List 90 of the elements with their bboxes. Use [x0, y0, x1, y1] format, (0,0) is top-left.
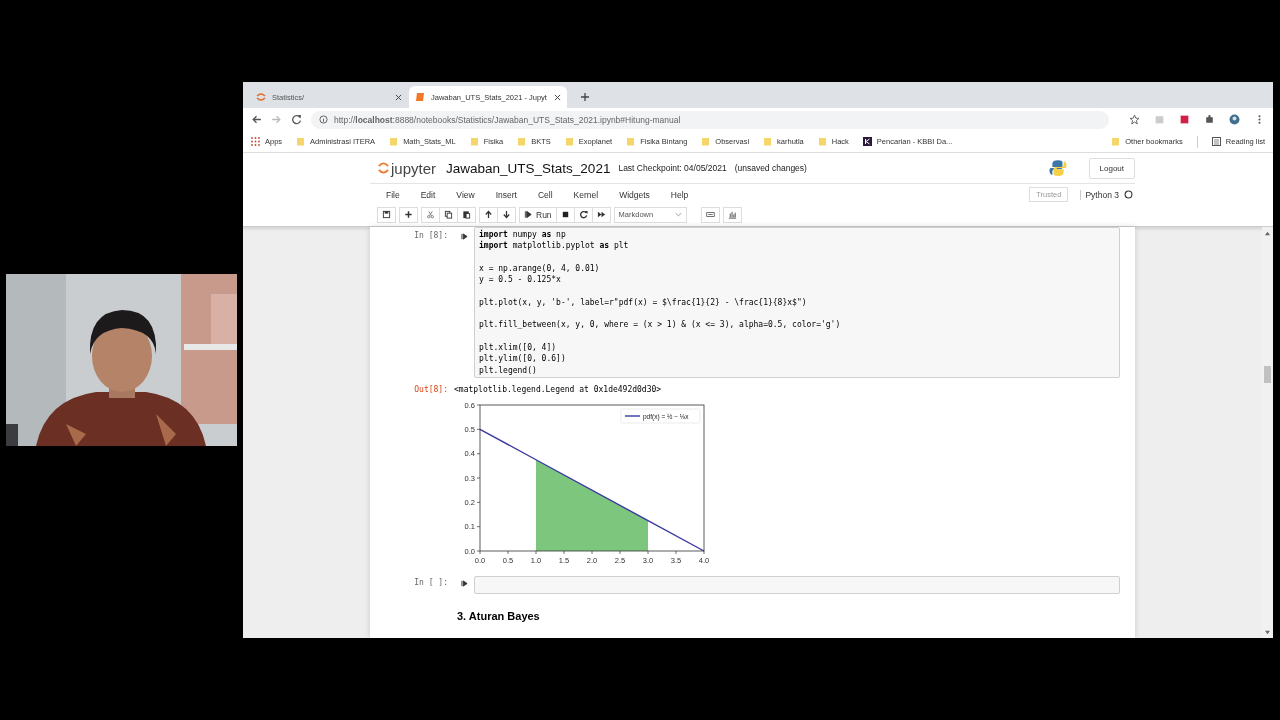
output-text: <matplotlib.legend.Legend at 0x1de492d0d30>: [454, 383, 663, 394]
back-icon[interactable]: [251, 114, 262, 125]
avatar-icon[interactable]: [1229, 114, 1240, 125]
menu-item[interactable]: Widgets: [619, 189, 650, 200]
menu-item[interactable]: Kernel: [573, 189, 599, 200]
code-line: plt.xlim([0, 4]): [479, 341, 558, 354]
save-status: (unsaved changes): [734, 163, 807, 173]
move-down-button[interactable]: [497, 206, 516, 223]
scissors-icon: [426, 210, 435, 219]
menu-item[interactable]: Cell: [537, 189, 553, 200]
copy-button[interactable]: [439, 206, 458, 223]
site-icon: [862, 137, 872, 146]
folder-icon: [626, 137, 636, 146]
caret-icon: [674, 212, 682, 217]
fast-forward-icon: [596, 210, 606, 219]
chart-button[interactable]: [722, 206, 742, 223]
list-icon: [1211, 137, 1221, 146]
stop-button[interactable]: [555, 206, 575, 223]
section-heading: 3. Aturan Bayes: [457, 609, 541, 622]
paste-icon: [462, 210, 471, 219]
folder-icon: [701, 137, 711, 146]
folder-icon: [1111, 137, 1121, 146]
python-logo-icon: [1048, 159, 1067, 177]
extension-icon[interactable]: [1179, 114, 1190, 125]
info-icon[interactable]: [319, 115, 328, 124]
step-icon: [524, 210, 533, 219]
star-icon[interactable]: [1129, 114, 1140, 125]
close-icon[interactable]: [395, 93, 402, 101]
keyboard-icon: [705, 210, 715, 219]
code-cell[interactable]: [474, 575, 1120, 594]
folder-icon: [296, 137, 306, 146]
scroll-up-icon[interactable]: [1264, 231, 1271, 236]
menu-item[interactable]: Edit: [420, 189, 436, 200]
folder-icon: [517, 137, 527, 146]
menu-item[interactable]: File: [386, 189, 400, 200]
puzzle-icon[interactable]: [1204, 114, 1215, 125]
stop-icon: [560, 210, 570, 219]
menu-item[interactable]: View: [456, 189, 475, 200]
save-button[interactable]: [377, 206, 396, 223]
folder-icon: [763, 137, 773, 146]
scrollbar-thumb[interactable]: [1264, 366, 1271, 383]
reload-icon[interactable]: [291, 114, 302, 125]
code-line: plt.legend(): [479, 364, 538, 376]
address-field[interactable]: http://localhost:8888/notebooks/Statistics/Jawaban_UTS_Stats_2021.ipynb#Hitung-manual: [311, 110, 1109, 129]
plus-icon: [404, 210, 413, 219]
restart-icon: [578, 210, 588, 219]
add-cell-button[interactable]: [399, 206, 418, 223]
input-prompt: In [8]:: [413, 230, 448, 240]
code-line: import numpy as np: [479, 229, 567, 240]
checkpoint-text: Last Checkpoint: 04/05/2021: [618, 163, 727, 173]
restart-button[interactable]: [573, 206, 593, 223]
notebook-title[interactable]: Jawaban_UTS_Stats_2021: [446, 160, 611, 176]
logout-button[interactable]: Logout: [1088, 157, 1135, 179]
apps-grid-icon: [251, 137, 260, 146]
code-line: x = np.arange(0, 4, 0.01): [479, 262, 601, 275]
scroll-down-icon[interactable]: [1264, 630, 1271, 635]
url-text: http://localhost:8888/notebooks/Statistics/Jawaban_UTS_Stats_2021.ipynb#Hitung-manual: [334, 114, 681, 125]
run-icon[interactable]: [461, 233, 468, 240]
folder-icon: [389, 137, 399, 146]
kernel-idle-icon: [1124, 190, 1133, 199]
kernel-name: Python 3: [1080, 189, 1119, 200]
fast-forward-button[interactable]: [591, 206, 611, 223]
input-prompt: In [ ]:: [413, 576, 448, 587]
folder-icon: [469, 137, 479, 146]
keyboard-button[interactable]: [700, 206, 720, 223]
plus-icon[interactable]: [580, 92, 590, 102]
paste-button[interactable]: [457, 206, 476, 223]
menu-item[interactable]: Insert: [495, 189, 517, 200]
down-arrow-icon: [502, 210, 511, 219]
jupyter-icon: [256, 92, 266, 102]
folder-icon: [817, 137, 827, 146]
output-prompt: Out[8]:: [413, 383, 448, 394]
run-button[interactable]: Run: [519, 206, 557, 223]
move-up-button[interactable]: [479, 206, 498, 223]
up-arrow-icon: [484, 210, 493, 219]
code-cell[interactable]: [474, 227, 1120, 378]
code-line: plt.plot(x, y, 'b-', label=r"pdf(x) = $\frac{1}{2} - \frac{1}{8}x$"): [479, 296, 808, 309]
code-line: plt.ylim([0, 0.6]): [479, 353, 567, 365]
save-icon: [382, 210, 391, 219]
menu-item[interactable]: Help: [670, 189, 689, 200]
folder-icon: [564, 137, 574, 146]
copy-icon: [444, 210, 453, 219]
code-line: y = 0.5 - 0.125*x: [479, 274, 562, 286]
bar-chart-icon: [727, 210, 737, 219]
book-icon: [415, 92, 425, 102]
code-line: plt.fill_between(x, y, 0, where = (x > 1) & (x <= 3), alpha=0.5, color='g'): [479, 319, 842, 331]
jupyter-logo[interactable]: jupyter: [378, 159, 437, 177]
run-icon[interactable]: [461, 579, 468, 587]
close-icon[interactable]: [554, 93, 561, 101]
code-line: import matplotlib.pyplot as plt: [479, 240, 630, 252]
